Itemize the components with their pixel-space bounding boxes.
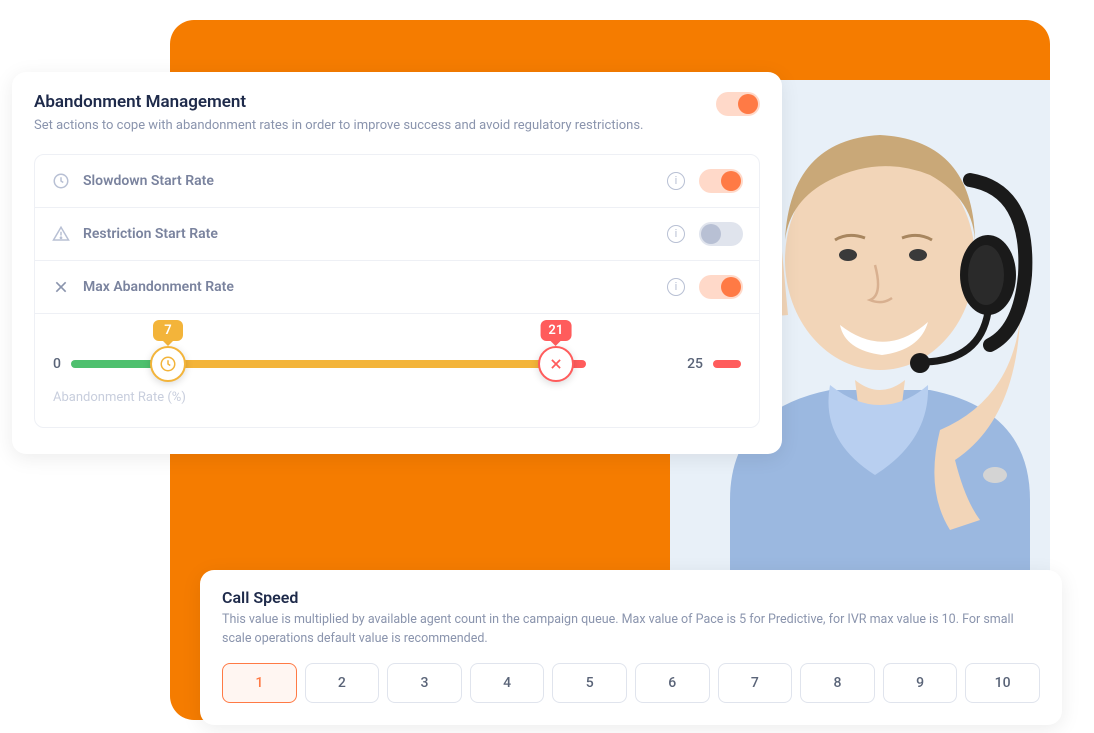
- slowdown-toggle[interactable]: [699, 169, 743, 193]
- speed-option-4[interactable]: 4: [470, 663, 545, 703]
- warning-icon: [51, 224, 71, 244]
- slider-badge-2: 21: [540, 320, 571, 341]
- speed-option-5[interactable]: 5: [552, 663, 627, 703]
- slider-min-label: 0: [53, 356, 61, 372]
- speed-option-8[interactable]: 8: [800, 663, 875, 703]
- slider-handle-max[interactable]: [538, 346, 574, 382]
- info-icon[interactable]: i: [667, 225, 685, 243]
- abandonment-card: Abandonment Management Set actions to co…: [12, 72, 782, 454]
- abandonment-master-toggle[interactable]: [716, 92, 760, 116]
- setting-row-max: Max Abandonment Rate i: [35, 261, 759, 314]
- setting-label: Restriction Start Rate: [83, 226, 667, 242]
- call-speed-options: 12345678910: [222, 663, 1040, 703]
- settings-list: Slowdown Start Rate i Restriction Start …: [34, 154, 760, 428]
- setting-row-restriction: Restriction Start Rate i: [35, 208, 759, 261]
- speed-option-7[interactable]: 7: [718, 663, 793, 703]
- slider-badge-1: 7: [153, 320, 183, 341]
- slider-axis-label: Abandonment Rate (%): [53, 390, 741, 405]
- max-toggle[interactable]: [699, 275, 743, 299]
- setting-label: Max Abandonment Rate: [83, 279, 667, 295]
- speed-option-2[interactable]: 2: [305, 663, 380, 703]
- abandonment-slider[interactable]: 0 7 21 25: [53, 356, 741, 372]
- restriction-toggle[interactable]: [699, 222, 743, 246]
- slider-overflow-segment: [713, 360, 741, 368]
- info-icon[interactable]: i: [667, 172, 685, 190]
- speed-option-1[interactable]: 1: [222, 663, 297, 703]
- slider-max-label: 25: [687, 356, 703, 372]
- abandonment-header: Abandonment Management Set actions to co…: [34, 92, 760, 136]
- call-speed-title: Call Speed: [222, 588, 1040, 607]
- speed-option-6[interactable]: 6: [635, 663, 710, 703]
- speed-option-10[interactable]: 10: [965, 663, 1040, 703]
- slider-area: 0 7 21 25 Abandonment Rate: [35, 314, 759, 427]
- slider-segment-yellow: [168, 360, 556, 368]
- slider-handle-slowdown[interactable]: [150, 346, 186, 382]
- setting-row-slowdown: Slowdown Start Rate i: [35, 155, 759, 208]
- call-speed-subtitle: This value is multiplied by available ag…: [222, 611, 1040, 649]
- clock-icon: [51, 171, 71, 191]
- info-icon[interactable]: i: [667, 278, 685, 296]
- speed-option-9[interactable]: 9: [883, 663, 958, 703]
- slider-track[interactable]: 7 21: [71, 360, 677, 368]
- close-icon: [51, 277, 71, 297]
- abandonment-subtitle: Set actions to cope with abandonment rat…: [34, 116, 643, 136]
- call-speed-card: Call Speed This value is multiplied by a…: [200, 570, 1062, 725]
- abandonment-title: Abandonment Management: [34, 92, 643, 112]
- speed-option-3[interactable]: 3: [387, 663, 462, 703]
- setting-label: Slowdown Start Rate: [83, 173, 667, 189]
